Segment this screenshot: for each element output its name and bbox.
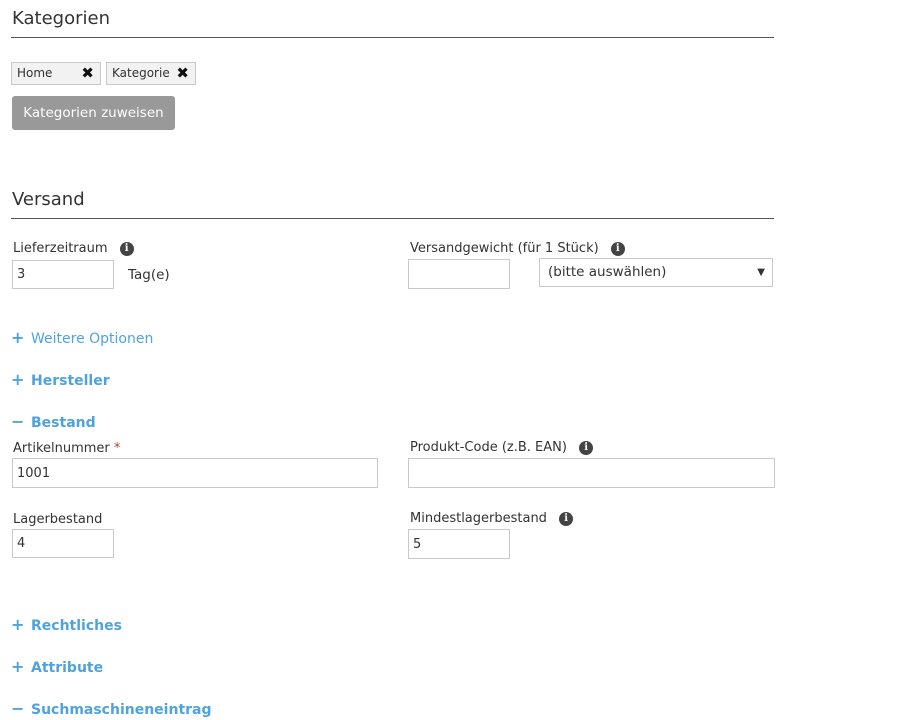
- info-icon[interactable]: i: [559, 511, 574, 526]
- categories-title: Kategorien: [12, 8, 110, 29]
- category-tag-label: Kategorie: [112, 66, 170, 80]
- category-tag-kategorie: Kategorie ✖: [106, 62, 196, 85]
- product-code-input[interactable]: [408, 458, 775, 488]
- remove-icon[interactable]: ✖: [176, 63, 189, 84]
- plus-icon: +: [11, 370, 25, 389]
- product-code-label: Produkt-Code (z.B. EAN): [410, 440, 567, 455]
- min-stock-label-row: Mindestlagerbestand i: [410, 511, 574, 526]
- shipping-title: Versand: [12, 189, 85, 210]
- delivery-time-label: Lieferzeitraum: [13, 241, 108, 256]
- seo-label: Suchmaschineneintrag: [31, 702, 212, 718]
- weight-unit-select-value: (bitte auswählen): [548, 264, 667, 280]
- attributes-label: Attribute: [31, 660, 104, 676]
- stock-section-label: Bestand: [31, 415, 96, 431]
- weight-label: Versandgewicht (für 1 Stück): [410, 241, 599, 256]
- min-stock-input[interactable]: [408, 529, 510, 559]
- stock-input[interactable]: [12, 529, 114, 558]
- weight-input[interactable]: [408, 259, 510, 289]
- minus-icon: −: [11, 699, 25, 718]
- info-icon[interactable]: i: [579, 440, 594, 455]
- category-tag-label: Home: [17, 66, 53, 80]
- delivery-time-label-row: Lieferzeitraum i: [13, 241, 134, 256]
- article-number-label-row: Artikelnummer *: [13, 441, 120, 456]
- info-icon[interactable]: i: [119, 241, 134, 256]
- min-stock-label: Mindestlagerbestand: [410, 511, 547, 526]
- delivery-time-input[interactable]: [12, 260, 114, 289]
- plus-icon: +: [11, 657, 25, 676]
- weight-unit-select[interactable]: (bitte auswählen) ▼: [539, 258, 773, 287]
- categories-divider: [11, 37, 774, 38]
- plus-icon: +: [11, 615, 25, 634]
- more-options-toggle[interactable]: + Weitere Optionen: [11, 328, 153, 347]
- weight-label-row: Versandgewicht (für 1 Stück) i: [410, 241, 625, 256]
- manufacturer-toggle[interactable]: + Hersteller: [11, 370, 110, 389]
- article-number-input[interactable]: [12, 458, 378, 488]
- stock-label: Lagerbestand: [13, 512, 103, 527]
- article-number-label: Artikelnummer: [13, 441, 110, 456]
- chevron-down-icon: ▼: [757, 267, 765, 278]
- legal-label: Rechtliches: [31, 618, 122, 634]
- more-options-label: Weitere Optionen: [31, 331, 154, 347]
- required-mark: *: [113, 441, 121, 456]
- stock-toggle[interactable]: − Bestand: [11, 412, 96, 431]
- seo-toggle[interactable]: − Suchmaschineneintrag: [11, 699, 212, 718]
- category-tag-home: Home ✖: [11, 62, 101, 85]
- delivery-unit-label: Tag(e): [128, 267, 170, 283]
- attributes-toggle[interactable]: + Attribute: [11, 657, 103, 676]
- shipping-divider: [11, 218, 774, 219]
- manufacturer-label: Hersteller: [31, 373, 110, 389]
- plus-icon: +: [11, 328, 25, 347]
- assign-categories-button[interactable]: Kategorien zuweisen: [12, 96, 175, 130]
- info-icon[interactable]: i: [610, 241, 625, 256]
- minus-icon: −: [11, 412, 25, 431]
- legal-toggle[interactable]: + Rechtliches: [11, 615, 122, 634]
- product-code-label-row: Produkt-Code (z.B. EAN) i: [410, 440, 594, 455]
- remove-icon[interactable]: ✖: [81, 63, 94, 84]
